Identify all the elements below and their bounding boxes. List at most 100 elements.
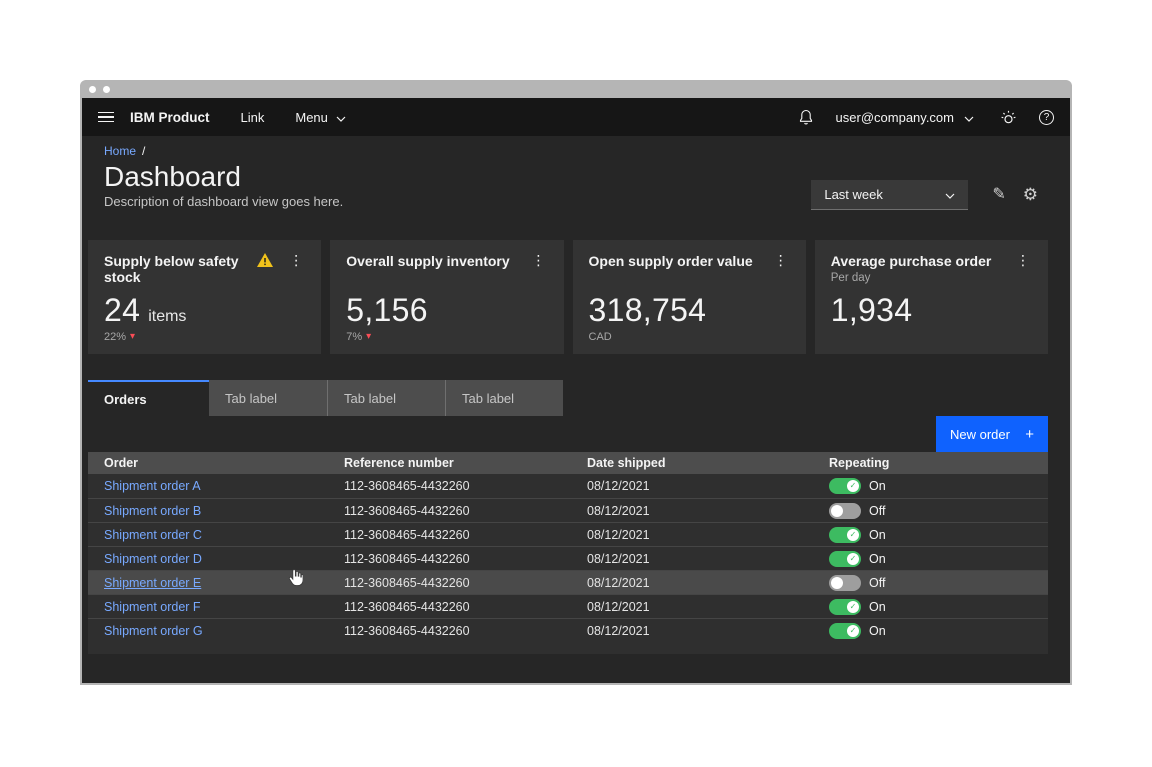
brand-title[interactable]: IBM Product <box>130 110 210 125</box>
date-shipped: 08/12/2021 <box>571 528 813 542</box>
date-shipped: 08/12/2021 <box>571 504 813 518</box>
overflow-menu-icon[interactable]: ⋮ <box>530 253 548 267</box>
check-icon: ✓ <box>850 482 857 490</box>
overflow-menu-icon[interactable]: ⋮ <box>772 253 790 267</box>
card-supply-below-safety-stock: Supply below safety stock ⋮ 24 items 22% <box>88 240 321 354</box>
card-title: Supply below safety stock <box>104 253 249 285</box>
light-theme-icon[interactable] <box>1000 109 1017 126</box>
chevron-down-icon <box>964 110 974 125</box>
order-link[interactable]: Shipment order F <box>104 600 201 614</box>
breadcrumb: Home / <box>104 144 1048 158</box>
dashboard-content: Home / Dashboard Description of dashboar… <box>82 136 1070 685</box>
nav-menu[interactable]: Menu <box>295 110 346 125</box>
tab-label: Orders <box>104 392 147 407</box>
nav-link[interactable]: Link <box>241 110 265 125</box>
settings-gear-icon[interactable]: ⚙ <box>1023 187 1038 203</box>
overflow-menu-icon[interactable]: ⋮ <box>287 253 305 267</box>
app-window: IBM Product Link Menu user@company.com <box>80 80 1072 685</box>
breadcrumb-separator: / <box>142 144 145 158</box>
dashboard-controls: Last week ✎ ⚙ <box>811 180 1038 210</box>
card-title: Average purchase order <box>831 253 992 269</box>
nav-menu-label: Menu <box>295 110 328 125</box>
notification-bell-icon[interactable] <box>798 109 814 125</box>
window-titlebar <box>80 80 1072 98</box>
order-link[interactable]: Shipment order A <box>104 479 201 493</box>
reference-number: 112-3608465-4432260 <box>328 528 571 542</box>
screenshot-canvas: IBM Product Link Menu user@company.com <box>0 0 1152 767</box>
table-row-hovered[interactable]: Shipment order E 112-3608465-4432260 08/… <box>88 570 1048 594</box>
repeating-toggle[interactable]: ✓ <box>829 599 861 615</box>
order-link[interactable]: Shipment order B <box>104 504 201 518</box>
table-row[interactable]: Shipment order C 112-3608465-4432260 08/… <box>88 522 1048 546</box>
card-title: Overall supply inventory <box>346 253 529 269</box>
date-shipped: 08/12/2021 <box>571 552 813 566</box>
tab-label-3[interactable]: Tab label <box>445 380 563 416</box>
hamburger-menu-icon[interactable] <box>98 112 114 123</box>
repeating-toggle[interactable]: ✓ <box>829 503 861 519</box>
card-overall-supply-inventory: Overall supply inventory ⋮ 5,156 7% ▾ <box>330 240 563 354</box>
table-toolbar: New order + <box>88 416 1048 452</box>
metric-cards: Supply below safety stock ⋮ 24 items 22% <box>88 240 1048 354</box>
edit-icon[interactable]: ✎ <box>992 187 1005 203</box>
time-range-value: Last week <box>824 187 883 202</box>
card-value: 24 <box>104 293 140 327</box>
time-range-dropdown[interactable]: Last week <box>811 180 968 210</box>
table-row[interactable]: Shipment order G 112-3608465-4432260 08/… <box>88 618 1048 642</box>
reference-number: 112-3608465-4432260 <box>328 624 571 638</box>
column-header-reference: Reference number <box>328 456 571 470</box>
order-link[interactable]: Shipment order D <box>104 552 202 566</box>
breadcrumb-home-link[interactable]: Home <box>104 144 136 158</box>
card-open-supply-order-value: Open supply order value ⋮ 318,754 CAD <box>573 240 806 354</box>
tab-label: Tab label <box>225 391 277 406</box>
plus-icon: + <box>1025 426 1034 443</box>
card-average-purchase-order: Average purchase order Per day ⋮ 1,934 <box>815 240 1048 354</box>
delta-down-icon: ▾ <box>366 331 371 342</box>
repeating-toggle[interactable]: ✓ <box>829 575 861 591</box>
card-title: Open supply order value <box>589 253 772 269</box>
order-link[interactable]: Shipment order G <box>104 624 203 638</box>
card-subtitle: Per day <box>831 272 992 284</box>
card-value: 5,156 <box>346 293 428 327</box>
column-header-order: Order <box>88 456 328 470</box>
repeating-toggle[interactable]: ✓ <box>829 623 861 639</box>
tab-label-1[interactable]: Tab label <box>209 380 327 416</box>
overflow-menu-icon[interactable]: ⋮ <box>1014 253 1032 267</box>
table-row[interactable]: Shipment order B 112-3608465-4432260 08/… <box>88 498 1048 522</box>
table-row[interactable]: Shipment order D 112-3608465-4432260 08/… <box>88 546 1048 570</box>
check-icon: ✓ <box>850 555 857 563</box>
card-value-suffix: items <box>148 308 186 326</box>
date-shipped: 08/12/2021 <box>571 576 813 590</box>
repeating-toggle[interactable]: ✓ <box>829 527 861 543</box>
toggle-label: Off <box>869 576 885 590</box>
new-order-button[interactable]: New order + <box>936 416 1048 452</box>
toggle-label: On <box>869 528 886 542</box>
repeating-toggle[interactable]: ✓ <box>829 551 861 567</box>
tab-orders[interactable]: Orders <box>88 380 209 416</box>
repeating-toggle[interactable]: ✓ <box>829 478 861 494</box>
app-header: IBM Product Link Menu user@company.com <box>82 98 1070 136</box>
card-value: 1,934 <box>831 293 913 327</box>
card-unit: CAD <box>589 331 612 343</box>
new-order-label: New order <box>950 427 1010 442</box>
reference-number: 112-3608465-4432260 <box>328 600 571 614</box>
user-account-menu[interactable]: user@company.com <box>836 110 974 125</box>
order-link[interactable]: Shipment order C <box>104 528 202 542</box>
date-shipped: 08/12/2021 <box>571 600 813 614</box>
tab-bar: Orders Tab label Tab label Tab label <box>88 380 1048 416</box>
toggle-label: On <box>869 552 886 566</box>
table-row[interactable]: Shipment order F 112-3608465-4432260 08/… <box>88 594 1048 618</box>
help-icon[interactable]: ? <box>1039 110 1054 125</box>
toggle-label: Off <box>869 504 885 518</box>
tab-label: Tab label <box>462 391 514 406</box>
order-link[interactable]: Shipment order E <box>104 576 201 590</box>
window-dot <box>89 86 96 93</box>
tab-label: Tab label <box>344 391 396 406</box>
card-delta: 7% <box>346 331 362 343</box>
chevron-down-icon <box>336 110 346 125</box>
toggle-label: On <box>869 479 886 493</box>
tab-label-2[interactable]: Tab label <box>327 380 445 416</box>
column-header-date: Date shipped <box>571 456 813 470</box>
table-row[interactable]: Shipment order A 112-3608465-4432260 08/… <box>88 474 1048 498</box>
reference-number: 112-3608465-4432260 <box>328 479 571 493</box>
column-header-repeating: Repeating <box>813 456 1048 470</box>
